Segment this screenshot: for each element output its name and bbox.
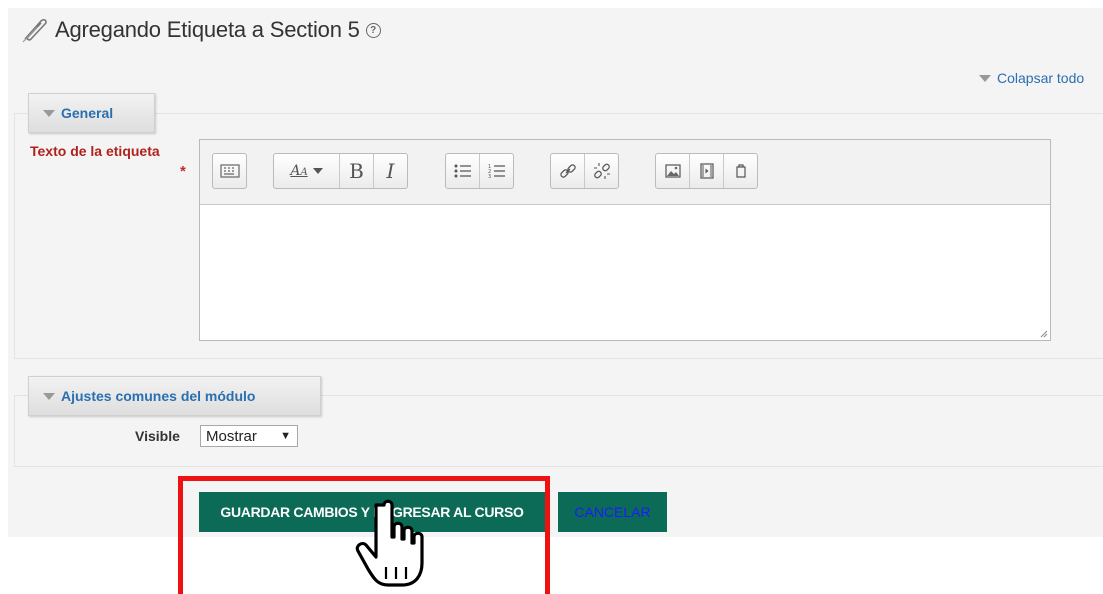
toolbar-group-lists: 123 <box>445 153 514 189</box>
question-circle-icon[interactable]: ? <box>365 22 381 38</box>
toolbar-group-toggle <box>212 153 247 189</box>
collapse-all-label: Colapsar todo <box>997 70 1085 86</box>
visible-field-label: Visible <box>135 428 180 444</box>
visible-select[interactable]: Mostrar ▼ <box>200 425 298 447</box>
triangle-down-icon <box>43 109 55 117</box>
collapse-all-link[interactable]: Colapsar todo <box>979 70 1084 86</box>
font-style-icon[interactable]: AA <box>274 154 340 188</box>
toolbar-group-links <box>550 153 619 189</box>
image-icon[interactable] <box>656 154 690 188</box>
link-icon[interactable] <box>551 154 585 188</box>
editor-toolbar: AA B I 123 <box>200 140 1050 205</box>
general-section-toggle[interactable]: General <box>28 93 155 133</box>
triangle-down-icon <box>979 74 991 82</box>
italic-icon[interactable]: I <box>374 154 407 188</box>
page-title: Agregando Etiqueta a Section 5 <box>55 17 360 42</box>
rich-text-editor: AA B I 123 <box>199 139 1051 341</box>
cancel-button[interactable]: CANCELAR <box>558 492 667 532</box>
paperclip-icon <box>22 18 47 43</box>
toggle-toolbar-icon[interactable] <box>213 154 246 188</box>
numbered-list-icon[interactable]: 123 <box>480 154 513 188</box>
common-settings-section-toggle[interactable]: Ajustes comunes del módulo <box>28 376 321 416</box>
page-header: Agregando Etiqueta a Section 5 ? <box>19 14 381 46</box>
common-settings-legend: Ajustes comunes del módulo <box>61 388 256 404</box>
label-text-field-label: Texto de la etiqueta <box>30 143 160 159</box>
label-text-editor-area[interactable] <box>200 205 1050 340</box>
toolbar-group-format: AA B I <box>273 153 408 189</box>
media-icon[interactable] <box>690 154 724 188</box>
general-section-legend: General <box>61 105 114 121</box>
dropdown-arrow-icon: ▼ <box>280 430 291 442</box>
required-marker: * <box>180 163 186 180</box>
bullet-list-icon[interactable] <box>446 154 480 188</box>
visible-selected-value: Mostrar <box>206 427 257 445</box>
bold-icon[interactable]: B <box>340 154 374 188</box>
unlink-icon[interactable] <box>585 154 618 188</box>
triangle-down-icon <box>43 392 55 400</box>
toolbar-group-media <box>655 153 758 189</box>
hand-pointer-icon <box>355 499 424 587</box>
manage-files-icon[interactable] <box>724 154 757 188</box>
svg-text:3: 3 <box>488 174 491 179</box>
resize-handle-icon[interactable] <box>1038 328 1048 338</box>
